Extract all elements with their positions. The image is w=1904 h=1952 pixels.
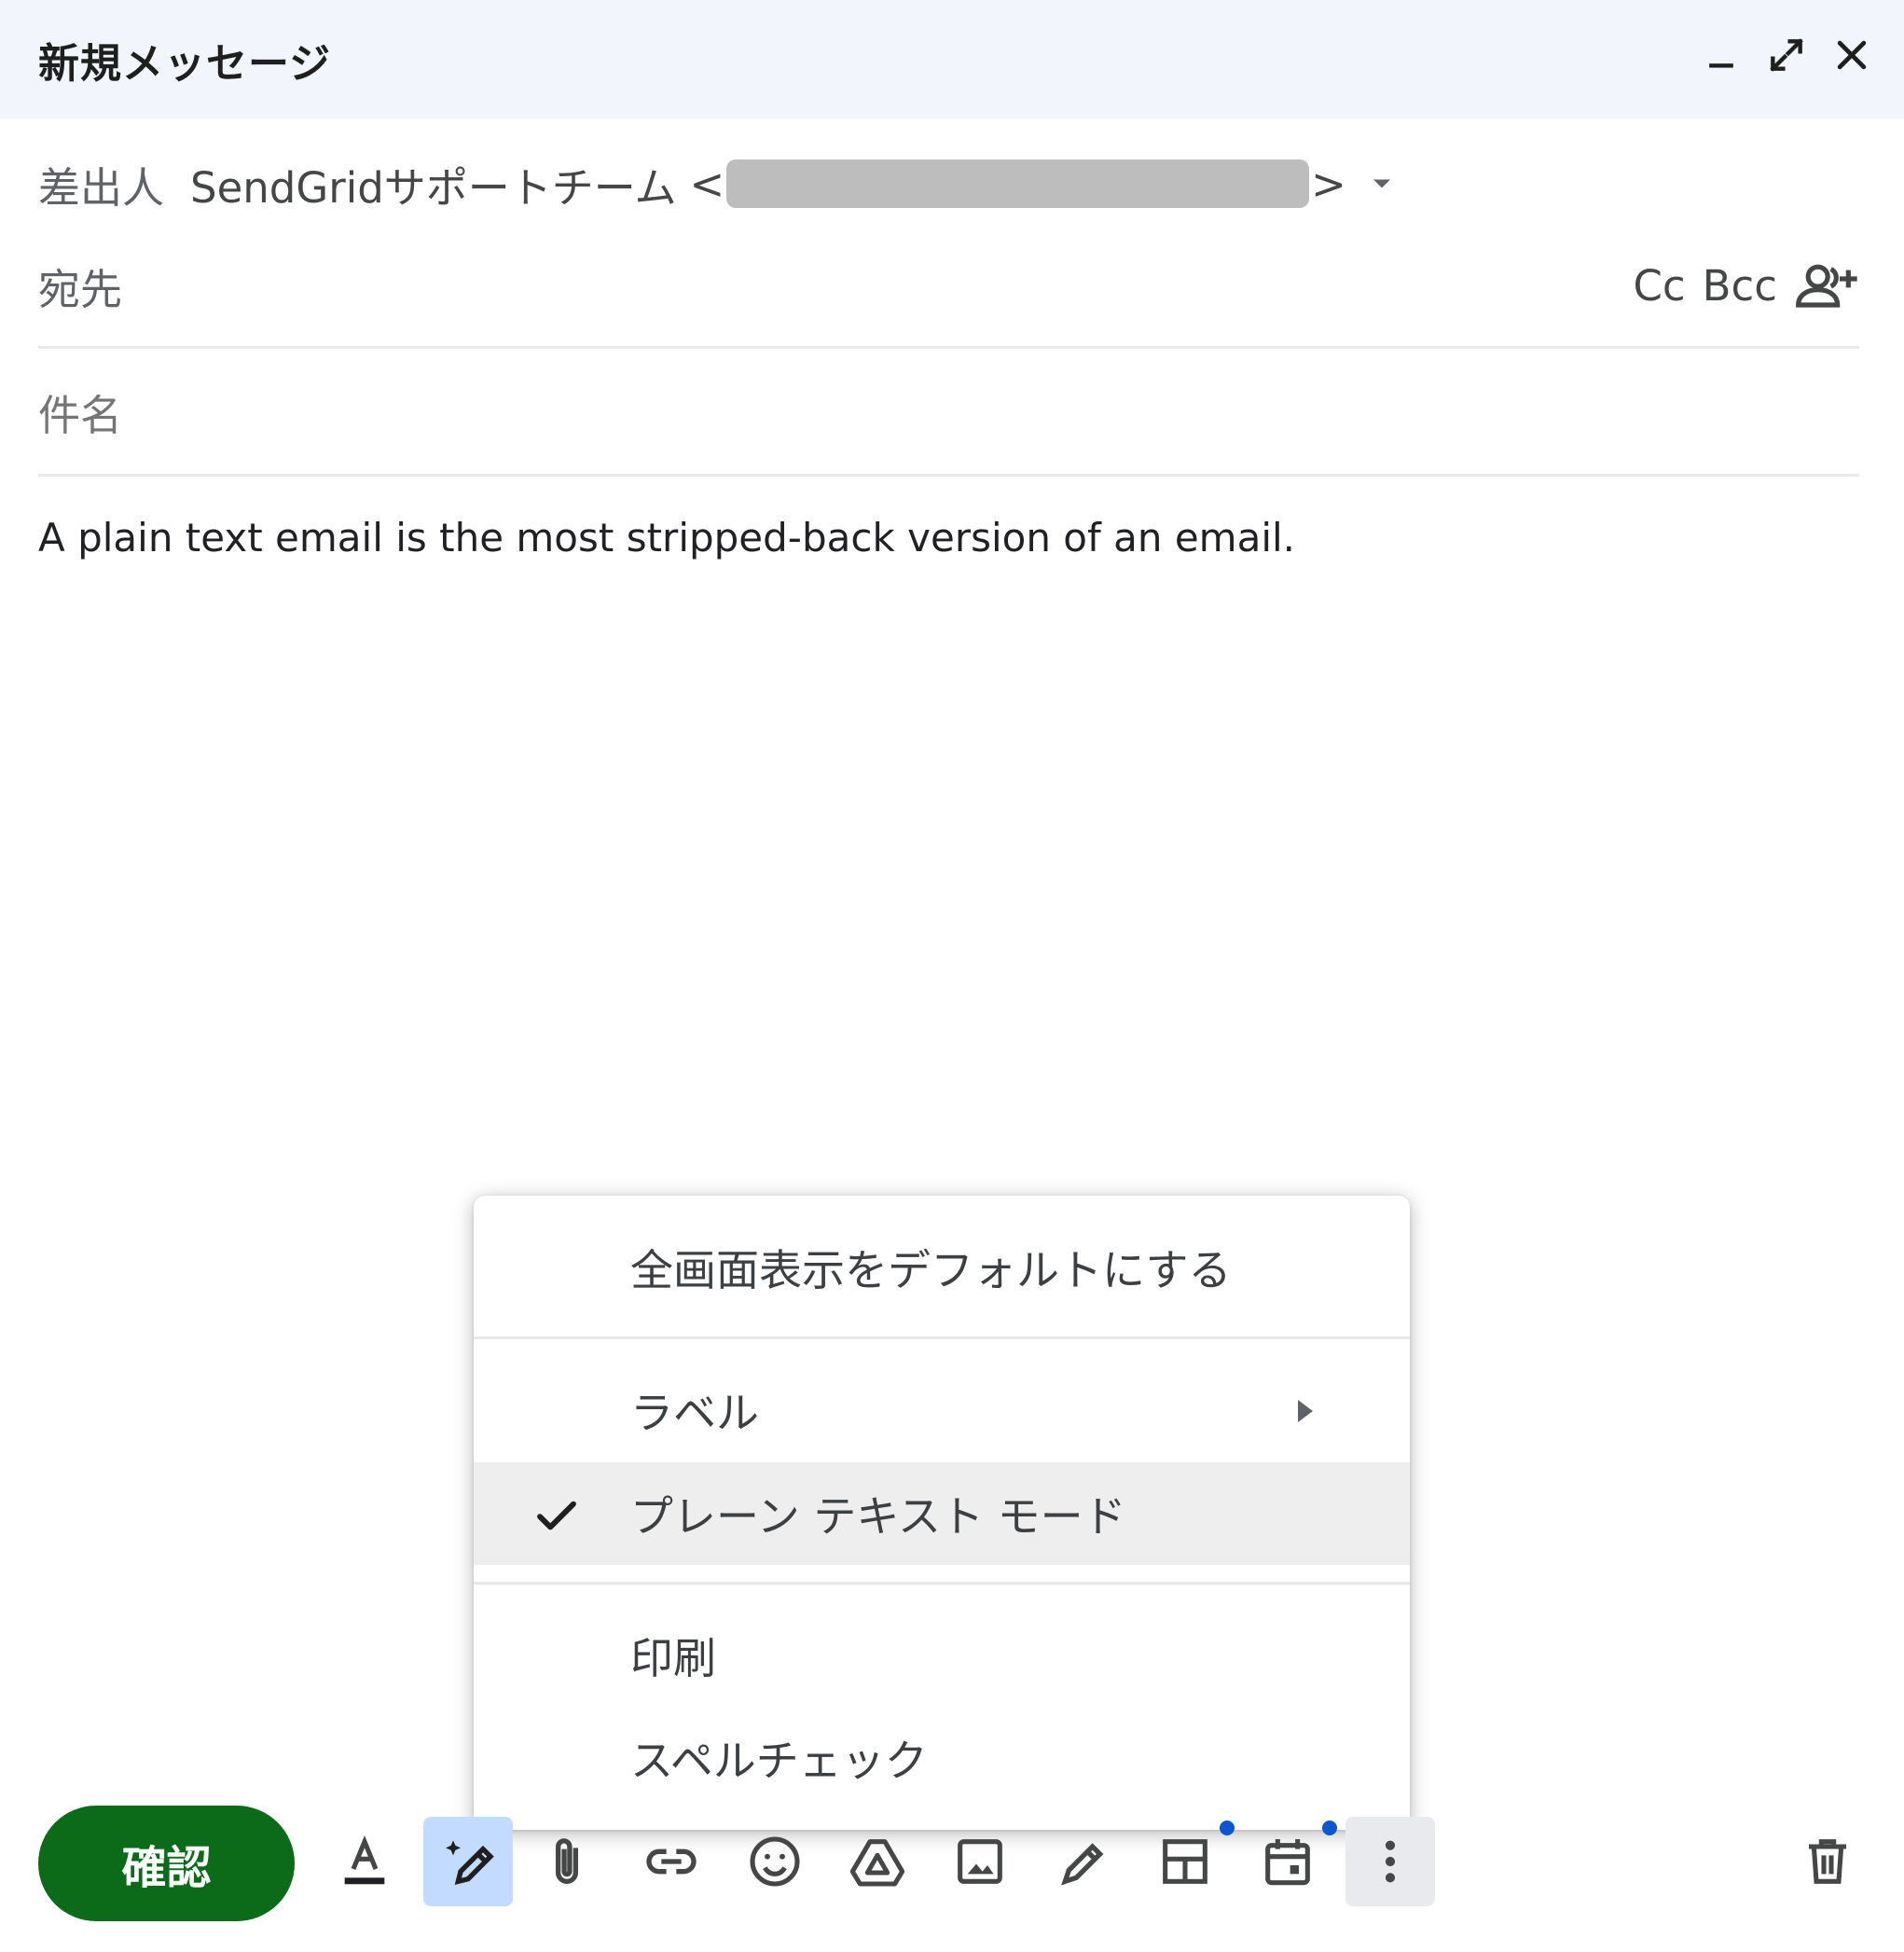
check-icon — [537, 1501, 576, 1530]
minimize-button[interactable] — [1697, 26, 1745, 84]
from-label: 差出人 — [38, 162, 165, 213]
attach-button[interactable] — [522, 1817, 612, 1906]
from-row[interactable]: 差出人 SendGridサポートチーム < > — [38, 151, 1859, 216]
signature-icon — [1061, 1843, 1104, 1886]
drive-icon — [849, 1839, 905, 1887]
close-icon — [1837, 40, 1867, 70]
menu-item-print[interactable]: 印刷 — [474, 1604, 1410, 1707]
subject-divider — [38, 474, 1859, 477]
menu-item-spellcheck[interactable]: スペルチェック — [474, 1707, 1410, 1809]
compose-titlebar: 新規メッセージ — [0, 0, 1904, 118]
menu-divider — [474, 1582, 1410, 1585]
discard-draft-button[interactable] — [1783, 1817, 1872, 1906]
help-me-write-button[interactable] — [423, 1817, 513, 1906]
subject-label: 件名 — [38, 390, 123, 440]
from-close-bracket: > — [1311, 159, 1346, 209]
minimize-icon — [1709, 63, 1733, 68]
menu-item-label: スペルチェック — [630, 1736, 928, 1786]
menu-item-label-submenu[interactable]: ラベル — [474, 1359, 1410, 1461]
more-options-menu: 全画面表示をデフォルトにする ラベル プレーン テキスト モード 印刷 スペルチ… — [474, 1196, 1410, 1830]
text-format-icon — [344, 1834, 385, 1885]
menu-item-label: 全画面表示をデフォルトにする — [630, 1245, 1232, 1295]
menu-item-label: 印刷 — [630, 1633, 716, 1683]
to-divider — [38, 346, 1859, 349]
emoji-icon — [750, 1836, 800, 1887]
insert-drive-button[interactable] — [833, 1817, 922, 1906]
menu-item-label: プレーン テキスト モード — [630, 1491, 1126, 1542]
from-name: SendGridサポートチーム — [190, 162, 677, 213]
new-feature-dot — [1322, 1820, 1337, 1835]
image-icon — [958, 1839, 1002, 1884]
compose-title: 新規メッセージ — [38, 39, 332, 88]
insert-signature-button[interactable] — [1038, 1817, 1127, 1906]
expand-button[interactable] — [1762, 26, 1811, 84]
template-icon — [1163, 1839, 1207, 1884]
chevron-right-icon — [1298, 1400, 1313, 1422]
to-row[interactable]: 宛先 Cc Bcc — [38, 252, 1859, 319]
insert-photo-button[interactable] — [935, 1817, 1025, 1906]
expand-icon — [1770, 38, 1803, 72]
close-button[interactable] — [1828, 26, 1876, 84]
message-body[interactable]: A plain text email is the most stripped-… — [38, 515, 1295, 561]
bcc-link[interactable]: Bcc — [1703, 261, 1777, 311]
attach-icon — [556, 1838, 578, 1884]
new-feature-dot — [1220, 1820, 1235, 1835]
schedule-icon — [1265, 1839, 1310, 1886]
to-label: 宛先 — [38, 264, 123, 314]
subject-row[interactable]: 件名 — [38, 378, 1859, 445]
cc-bcc-area: Cc Bcc — [1633, 257, 1859, 313]
compose-toolbar: 確認 — [0, 1800, 1904, 1931]
layouts-button[interactable] — [1140, 1817, 1230, 1906]
menu-divider — [474, 1336, 1410, 1339]
from-open-bracket: < — [689, 159, 725, 209]
confirm-send-button[interactable]: 確認 — [38, 1806, 295, 1921]
menu-item-plain-text-mode[interactable]: プレーン テキスト モード — [474, 1462, 1410, 1565]
ai-pen-icon — [446, 1840, 494, 1885]
add-recipients-icon[interactable] — [1794, 257, 1859, 313]
more-options-button[interactable] — [1345, 1817, 1435, 1906]
trash-icon — [1809, 1839, 1846, 1884]
window-controls — [1697, 26, 1876, 84]
insert-link-button[interactable] — [627, 1817, 716, 1906]
emoji-button[interactable] — [730, 1817, 820, 1906]
menu-item-label: ラベル — [630, 1388, 759, 1438]
formatting-button[interactable] — [320, 1817, 409, 1906]
link-icon — [646, 1848, 697, 1875]
more-options-icon — [1385, 1840, 1396, 1883]
menu-item-default-fullscreen[interactable]: 全画面表示をデフォルトにする — [474, 1216, 1410, 1319]
cc-link[interactable]: Cc — [1633, 261, 1685, 311]
redacted-email — [726, 159, 1310, 208]
set-up-time-button[interactable] — [1243, 1817, 1332, 1906]
dropdown-arrow-icon[interactable] — [1365, 167, 1399, 201]
